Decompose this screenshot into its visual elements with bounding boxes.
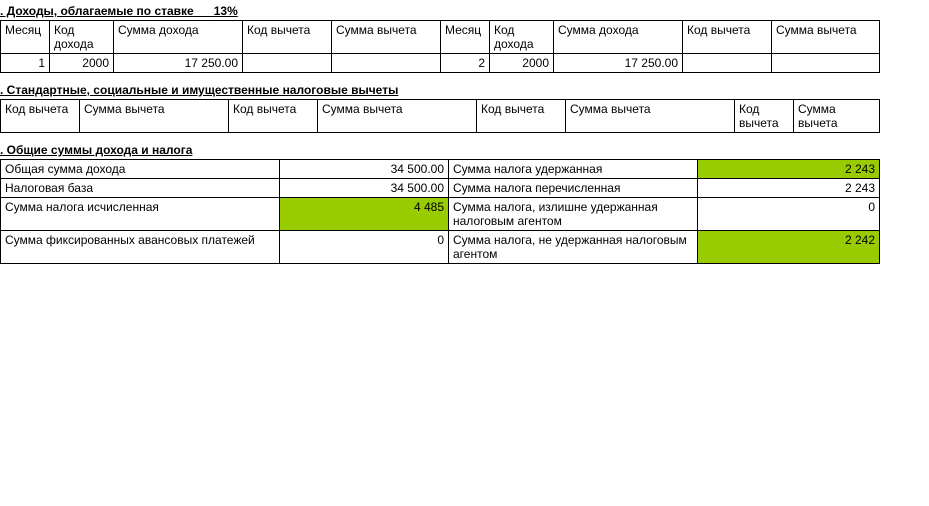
tax-excess-label: Сумма налога, излишне удержанная налогов… — [449, 198, 698, 231]
cell-inc-sum2: 17 250.00 — [554, 54, 683, 73]
totals-row-3: Сумма налога исчисленная 4 485 Сумма нал… — [1, 198, 880, 231]
tax-base-val: 34 500.00 — [280, 179, 449, 198]
tax-transferred-label: Сумма налога перечисленная — [449, 179, 698, 198]
tax-not-withheld-label: Сумма налога, не удержанная налоговым аг… — [449, 231, 698, 264]
cell-month: 1 — [1, 54, 50, 73]
cell-month2: 2 — [441, 54, 490, 73]
d-col1: Код вычета — [1, 100, 80, 133]
col-inc-sum: Сумма дохода — [114, 21, 243, 54]
income-table-header: Месяц Код дохода Сумма дохода Код вычета… — [1, 21, 880, 54]
deductions-table-header: Код вычета Сумма вычета Код вычета Сумма… — [1, 100, 880, 133]
d-col3: Код вычета — [229, 100, 318, 133]
col-inc-code2: Код дохода — [490, 21, 554, 54]
total-income-val: 34 500.00 — [280, 160, 449, 179]
tax-transferred-val: 2 243 — [698, 179, 880, 198]
d-col5: Код вычета — [477, 100, 566, 133]
section3-rate: 13% — [214, 4, 238, 18]
col-inc-sum2: Сумма дохода — [554, 21, 683, 54]
cell-inc-sum: 17 250.00 — [114, 54, 243, 73]
section4-title: . Стандартные, социальные и имущественны… — [0, 79, 929, 99]
totals-row-2: Налоговая база 34 500.00 Сумма налога пе… — [1, 179, 880, 198]
section3-title-text: . Доходы, облагаемые по ставке — [0, 4, 194, 18]
tax-calc-label: Сумма налога исчисленная — [1, 198, 280, 231]
d-col6: Сумма вычета — [566, 100, 735, 133]
col-inc-code: Код дохода — [50, 21, 114, 54]
col-ded-sum: Сумма вычета — [332, 21, 441, 54]
col-ded-code: Код вычета — [243, 21, 332, 54]
col-month2: Месяц — [441, 21, 490, 54]
totals-row-4: Сумма фиксированных авансовых платежей 0… — [1, 231, 880, 264]
cell-ded-code2 — [683, 54, 772, 73]
cell-ded-sum — [332, 54, 441, 73]
section3-title: . Доходы, облагаемые по ставке 13% — [0, 0, 929, 20]
tax-base-label: Налоговая база — [1, 179, 280, 198]
income-table: Месяц Код дохода Сумма дохода Код вычета… — [0, 20, 880, 73]
cell-ded-code — [243, 54, 332, 73]
tax-withheld-label: Сумма налога удержанная — [449, 160, 698, 179]
cell-inc-code2: 2000 — [490, 54, 554, 73]
d-col4: Сумма вычета — [318, 100, 477, 133]
section5-title: . Общие суммы дохода и налога — [0, 139, 929, 159]
income-table-row: 1 2000 17 250.00 2 2000 17 250.00 — [1, 54, 880, 73]
totals-table: Общая сумма дохода 34 500.00 Сумма налог… — [0, 159, 880, 264]
cell-ded-sum2 — [772, 54, 880, 73]
d-col2: Сумма вычета — [80, 100, 229, 133]
d-col7: Код вычета — [735, 100, 794, 133]
d-col8: Сумма вычета — [794, 100, 880, 133]
fixed-adv-label: Сумма фиксированных авансовых платежей — [1, 231, 280, 264]
cell-inc-code: 2000 — [50, 54, 114, 73]
col-ded-code2: Код вычета — [683, 21, 772, 54]
total-income-label: Общая сумма дохода — [1, 160, 280, 179]
deductions-table: Код вычета Сумма вычета Код вычета Сумма… — [0, 99, 880, 133]
tax-withheld-val: 2 243 — [698, 160, 880, 179]
col-ded-sum2: Сумма вычета — [772, 21, 880, 54]
tax-excess-val: 0 — [698, 198, 880, 231]
fixed-adv-val: 0 — [280, 231, 449, 264]
totals-row-1: Общая сумма дохода 34 500.00 Сумма налог… — [1, 160, 880, 179]
tax-not-withheld-val: 2 242 — [698, 231, 880, 264]
tax-calc-val: 4 485 — [280, 198, 449, 231]
col-month: Месяц — [1, 21, 50, 54]
